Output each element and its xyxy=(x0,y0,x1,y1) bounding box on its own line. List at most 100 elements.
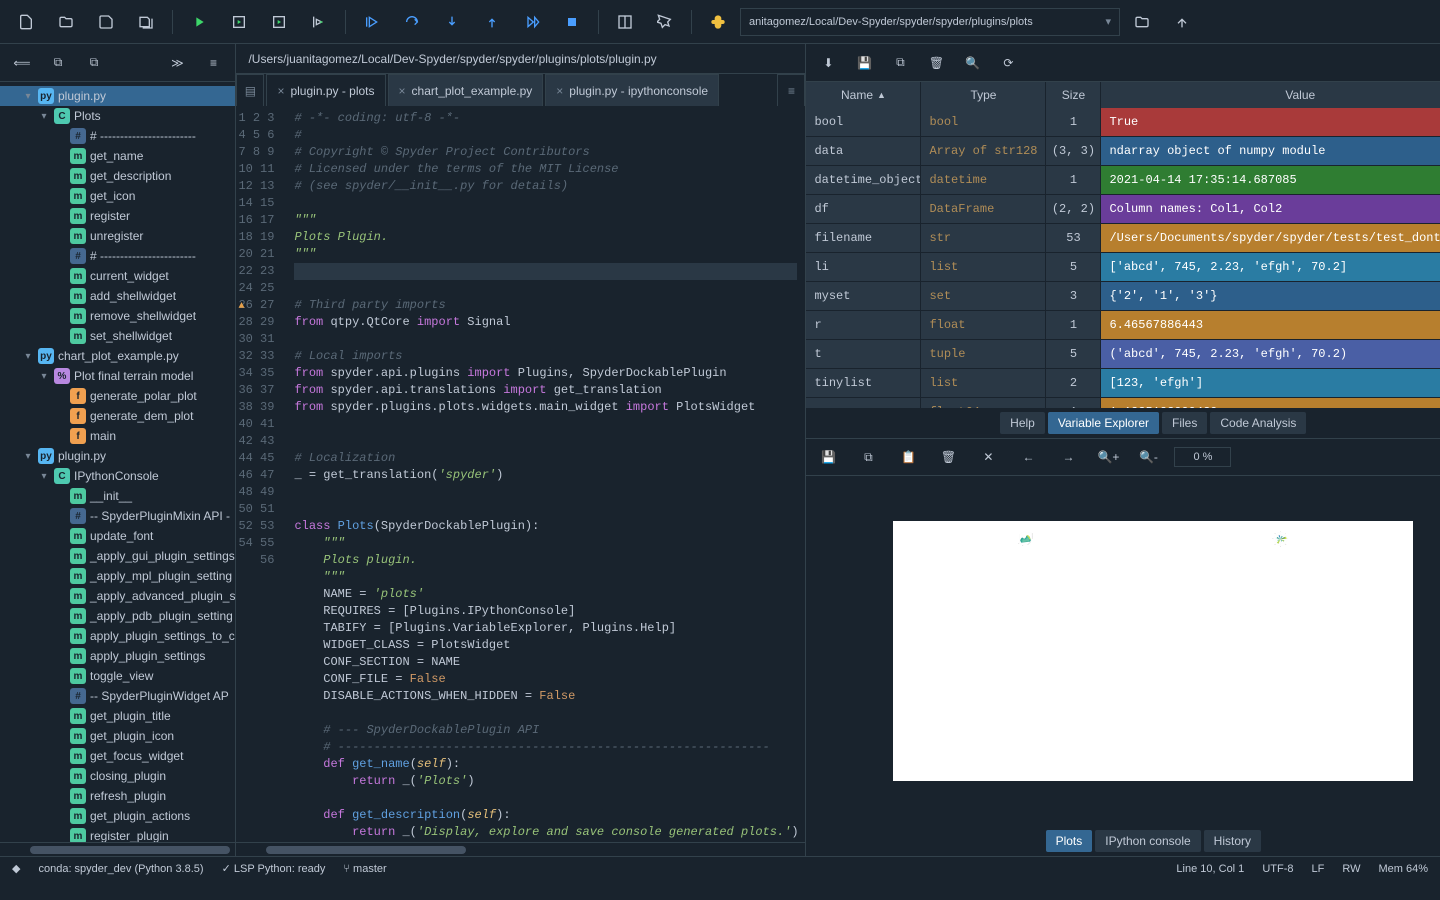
tab-options-button[interactable]: ≡ xyxy=(777,74,805,106)
outline-item[interactable]: mget_description xyxy=(0,166,235,186)
duplicate-icon[interactable]: ⧉ xyxy=(80,49,108,77)
delete-plot-icon[interactable]: 🗑 xyxy=(934,443,962,471)
varexp-body[interactable]: boolbool1TruedataArray of str128(3, 3)nd… xyxy=(806,108,1440,408)
outline-item[interactable]: fgenerate_polar_plot xyxy=(0,386,235,406)
plot-viewer[interactable]: 700650600 550500460 36.7336.7236.71 -84.… xyxy=(806,476,1440,826)
outline-tree[interactable]: ▾pyplugin.py▾CPlots## ------------------… xyxy=(0,82,235,842)
outline-item[interactable]: m_apply_mpl_plugin_setting xyxy=(0,566,235,586)
copy-icon[interactable]: ⧉ xyxy=(44,49,72,77)
step-over-button[interactable] xyxy=(394,4,430,40)
var-row[interactable]: dfDataFrame(2, 2)Column names: Col1, Col… xyxy=(806,195,1440,224)
outline-item[interactable]: mupdate_font xyxy=(0,526,235,546)
prev-plot-icon[interactable]: ← xyxy=(1014,443,1042,471)
panel-tab[interactable]: IPython console xyxy=(1095,830,1200,852)
outline-item[interactable]: mregister xyxy=(0,206,235,226)
maximize-pane-button[interactable] xyxy=(607,4,643,40)
options-icon[interactable]: ≡ xyxy=(199,49,227,77)
outline-item[interactable]: ▾CIPythonConsole xyxy=(0,466,235,486)
outline-item[interactable]: mapply_plugin_settings_to_c xyxy=(0,626,235,646)
outline-item[interactable]: #-- SpyderPluginWidget AP xyxy=(0,686,235,706)
outline-item[interactable]: ▾pyplugin.py xyxy=(0,86,235,106)
panel-tab[interactable]: Plots xyxy=(1046,830,1093,852)
save-data-icon[interactable]: 💾 xyxy=(850,49,878,77)
outline-item[interactable]: m_apply_advanced_plugin_s xyxy=(0,586,235,606)
refresh-icon[interactable]: ⟳ xyxy=(994,49,1022,77)
run-cell-advance-button[interactable] xyxy=(261,4,297,40)
python-path-button[interactable] xyxy=(700,4,736,40)
outline-item[interactable]: mremove_shellwidget xyxy=(0,306,235,326)
lsp-status[interactable]: ✓ LSP Python: ready xyxy=(222,862,326,875)
outline-item[interactable]: ▾pychart_plot_example.py xyxy=(0,346,235,366)
var-row[interactable]: xfloat6411.1235123099439 xyxy=(806,398,1440,408)
run-selection-button[interactable] xyxy=(301,4,337,40)
editor-tab[interactable]: ×chart_plot_example.py xyxy=(388,74,544,106)
debug-button[interactable] xyxy=(354,4,390,40)
step-into-button[interactable] xyxy=(434,4,470,40)
outline-item[interactable]: mget_plugin_title xyxy=(0,706,235,726)
panel-tab[interactable]: Code Analysis xyxy=(1210,412,1306,434)
outline-item[interactable]: fgenerate_dem_plot xyxy=(0,406,235,426)
outline-scrollbar[interactable] xyxy=(0,842,235,856)
home-icon[interactable]: ⟸ xyxy=(8,49,36,77)
panel-tab[interactable]: Help xyxy=(1000,412,1045,434)
var-row[interactable]: filenamestr53/Users/Documents/spyder/spy… xyxy=(806,224,1440,253)
editor-scrollbar[interactable] xyxy=(236,842,805,856)
outline-item[interactable]: ## ------------------------ xyxy=(0,246,235,266)
search-icon[interactable]: 🔍 xyxy=(958,49,986,77)
code-area[interactable]: # -*- coding: utf-8 -*- # # Copyright © … xyxy=(286,106,805,842)
outline-item[interactable]: ## ------------------------ xyxy=(0,126,235,146)
outline-item[interactable]: m__init__ xyxy=(0,486,235,506)
close-tab-icon[interactable]: × xyxy=(399,84,406,98)
outline-item[interactable]: mregister_plugin xyxy=(0,826,235,842)
var-row[interactable]: lilist5['abcd', 745, 2.23, 'efgh', 70.2] xyxy=(806,253,1440,282)
encoding-status[interactable]: UTF-8 xyxy=(1262,863,1293,875)
outline-item[interactable]: ▾pyplugin.py xyxy=(0,446,235,466)
col-value[interactable]: Value xyxy=(1101,82,1440,108)
outline-item[interactable]: mget_focus_widget xyxy=(0,746,235,766)
delete-all-plots-icon[interactable]: ✕ xyxy=(974,443,1002,471)
outline-item[interactable]: mset_shellwidget xyxy=(0,326,235,346)
outline-item[interactable]: mget_name xyxy=(0,146,235,166)
save-data-as-icon[interactable]: ⧉ xyxy=(886,49,914,77)
editor-tab[interactable]: ×plugin.py - ipythonconsole xyxy=(545,74,719,106)
outline-item[interactable]: mget_icon xyxy=(0,186,235,206)
continue-button[interactable] xyxy=(514,4,550,40)
new-file-button[interactable] xyxy=(8,4,44,40)
outline-item[interactable]: mcurrent_widget xyxy=(0,266,235,286)
var-row[interactable]: dataArray of str128(3, 3)ndarray object … xyxy=(806,137,1440,166)
stop-button[interactable] xyxy=(554,4,590,40)
save-button[interactable] xyxy=(88,4,124,40)
code-editor[interactable]: ▲ 1 2 3 4 5 6 7 8 9 10 11 12 13 14 15 16… xyxy=(236,106,805,842)
var-row[interactable]: boolbool1True xyxy=(806,108,1440,137)
outline-item[interactable]: ▾CPlots xyxy=(0,106,235,126)
next-plot-icon[interactable]: → xyxy=(1054,443,1082,471)
outline-item[interactable]: mclosing_plugin xyxy=(0,766,235,786)
close-tab-icon[interactable]: × xyxy=(277,84,284,98)
conda-status[interactable]: conda: spyder_dev (Python 3.8.5) xyxy=(38,863,203,875)
step-out-button[interactable] xyxy=(474,4,510,40)
outline-item[interactable]: mrefresh_plugin xyxy=(0,786,235,806)
var-row[interactable]: datetime_objectdatetime12021-04-14 17:35… xyxy=(806,166,1440,195)
working-dir-input[interactable]: anitagomez/Local/Dev-Spyder/spyder/spyde… xyxy=(740,8,1120,36)
outline-item[interactable]: mget_plugin_icon xyxy=(0,726,235,746)
preferences-button[interactable] xyxy=(647,4,683,40)
outline-item[interactable]: m_apply_pdb_plugin_setting xyxy=(0,606,235,626)
close-tab-icon[interactable]: × xyxy=(556,84,563,98)
var-row[interactable]: mysetset3{'2', '1', '3'} xyxy=(806,282,1440,311)
outline-item[interactable]: ▾%Plot final terrain model xyxy=(0,366,235,386)
parent-dir-button[interactable] xyxy=(1164,4,1200,40)
run-cell-button[interactable] xyxy=(221,4,257,40)
run-button[interactable] xyxy=(181,4,217,40)
outline-item[interactable]: #-- SpyderPluginMixin API - xyxy=(0,506,235,526)
tab-list-button[interactable]: ▤ xyxy=(236,74,264,106)
panel-tab[interactable]: Files xyxy=(1162,412,1207,434)
col-size[interactable]: Size xyxy=(1046,82,1101,108)
eol-status[interactable]: LF xyxy=(1311,863,1324,875)
outline-item[interactable]: mtoggle_view xyxy=(0,666,235,686)
save-all-plots-icon[interactable]: ⧉ xyxy=(854,443,882,471)
import-data-icon[interactable]: ⬇ xyxy=(814,49,842,77)
panel-tab[interactable]: History xyxy=(1204,830,1261,852)
col-name[interactable]: Name ▲ xyxy=(806,82,921,108)
col-type[interactable]: Type xyxy=(921,82,1046,108)
outline-item[interactable]: mapply_plugin_settings xyxy=(0,646,235,666)
